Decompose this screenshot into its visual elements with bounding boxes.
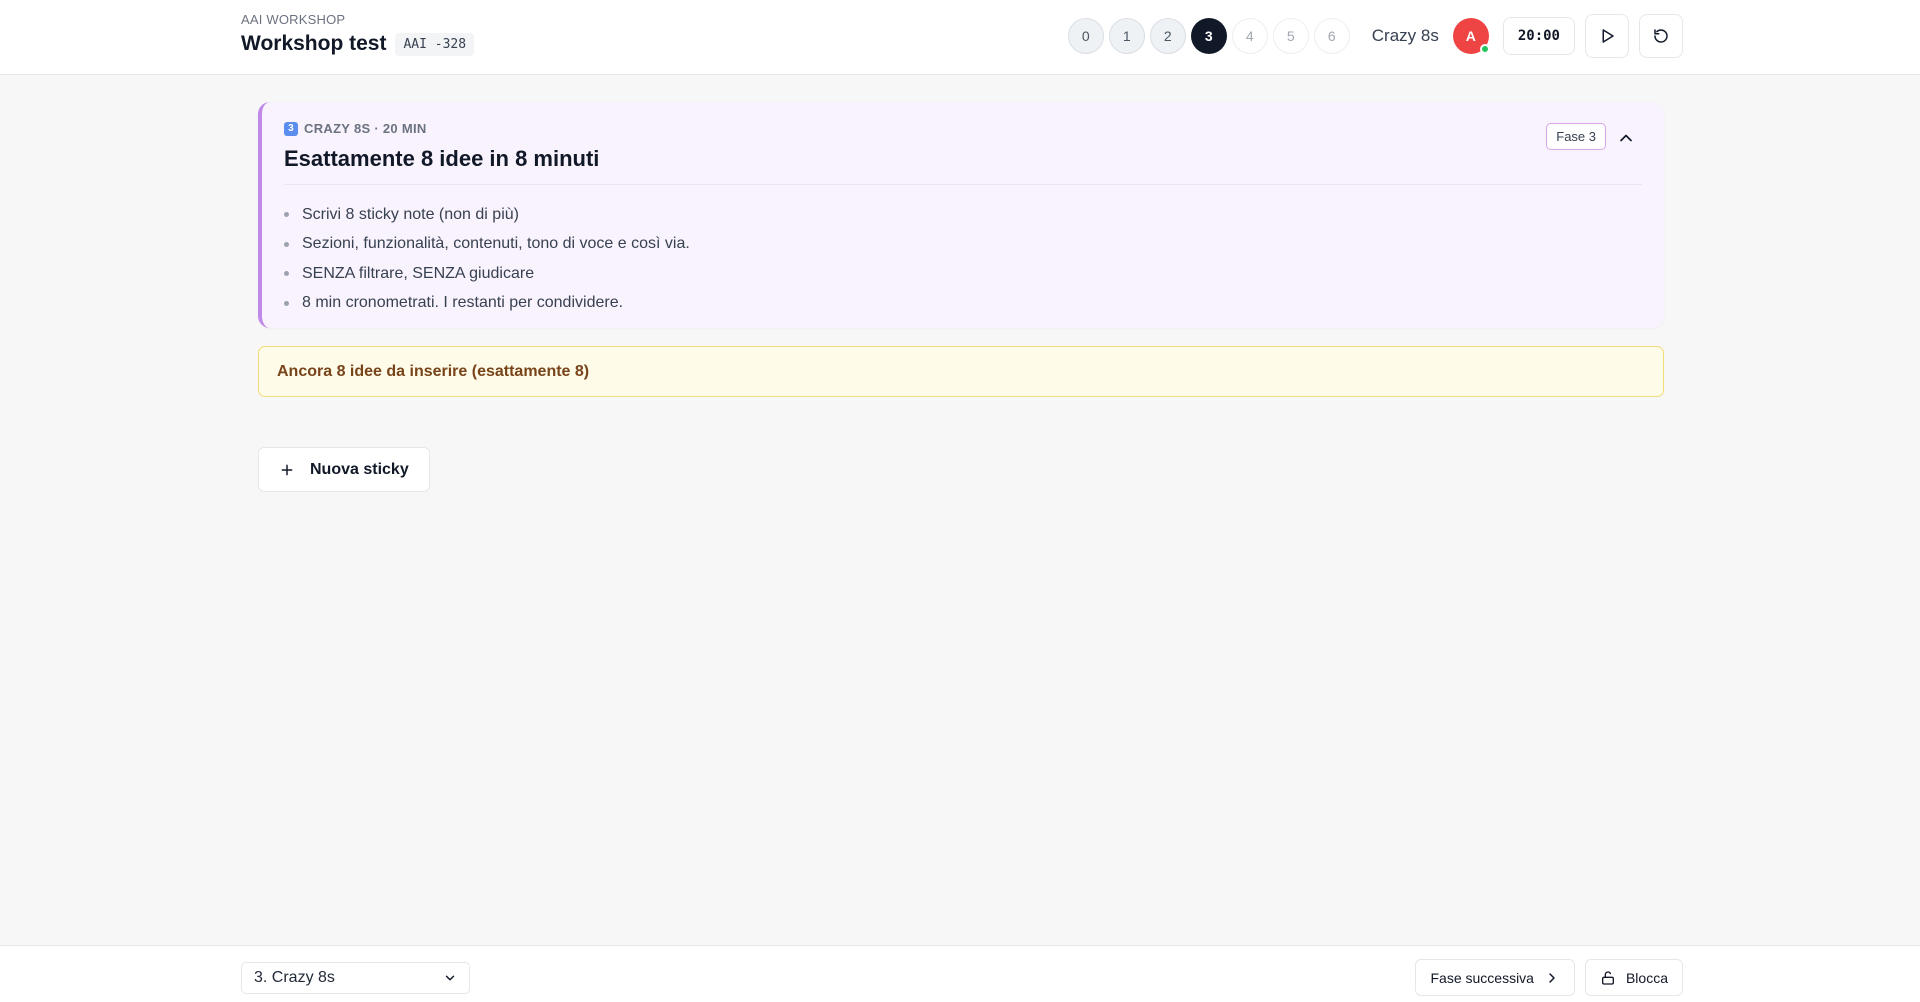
instruction-text: Scrivi 8 sticky note (non di più) [302, 205, 519, 223]
new-sticky-button[interactable]: Nuova sticky [258, 447, 430, 492]
unlock-icon [1601, 970, 1614, 985]
phase-stepper: 0 1 2 3 4 5 6 [1067, 18, 1350, 54]
phase-step-3[interactable]: 3 [1190, 18, 1227, 54]
lock-label: Blocca [1625, 969, 1668, 986]
chevron-down-icon [445, 975, 455, 981]
ideas-remaining-banner: Ancora 8 idee da inserire (esattamente 8… [258, 346, 1664, 397]
lock-button[interactable]: Blocca [1584, 959, 1683, 996]
bullet-icon [284, 271, 289, 277]
bullet-icon [284, 300, 289, 306]
list-item: Scrivi 8 sticky note (non di più) [284, 200, 690, 230]
chevron-right-icon [1549, 972, 1555, 983]
list-item: 8 min cronometrati. I restanti per condi… [284, 289, 690, 319]
footer-actions: Fase successiva Blocca [1415, 959, 1683, 996]
next-phase-button[interactable]: Fase successiva [1415, 959, 1575, 996]
phase-badge: Fase 3 [1546, 123, 1606, 150]
reset-icon [1654, 29, 1668, 43]
current-phase-name: Crazy 8s [1371, 26, 1439, 45]
plus-icon [281, 464, 293, 475]
phase-card-title: Esattamente 8 idee in 8 minuti [284, 146, 600, 171]
bullet-icon [284, 241, 289, 247]
phase-meta: 3 CRAZY 8S · 20 MIN [284, 121, 427, 136]
card-divider [284, 184, 1642, 185]
avatar[interactable]: A [1452, 18, 1490, 54]
instruction-text: SENZA filtrare, SENZA giudicare [302, 264, 535, 282]
reset-timer-button[interactable] [1639, 14, 1683, 58]
list-item: SENZA filtrare, SENZA giudicare [284, 259, 690, 289]
workshop-label: AAI WORKSHOP [241, 12, 346, 27]
collapse-card-button[interactable] [1616, 128, 1636, 148]
chevron-up-icon [1620, 134, 1632, 142]
phase-card: 3 CRAZY 8S · 20 MIN Esattamente 8 idee i… [258, 102, 1664, 328]
phase-select-value: 3. Crazy 8s [254, 969, 335, 986]
phase-step-1[interactable]: 1 [1108, 18, 1145, 54]
instructions-list: Scrivi 8 sticky note (non di più) Sezion… [284, 200, 690, 318]
bottom-bar: 3. Crazy 8s Fase successiva Blocca [0, 945, 1920, 1002]
workshop-code: AAI -328 [395, 32, 475, 56]
list-item: Sezioni, funzionalità, contenuti, tono d… [284, 230, 690, 260]
phase-meta-text: CRAZY 8S · 20 MIN [304, 121, 427, 136]
workshop-brand: AAI WORKSHOP Workshop test AAI -328 [241, 12, 475, 56]
next-phase-label: Fase successiva [1430, 969, 1534, 986]
play-icon [1602, 29, 1614, 43]
avatar-initial: A [1465, 28, 1476, 44]
workshop-title: Workshop test [241, 32, 387, 55]
timer-display: 20:00 [1502, 17, 1575, 55]
phase-step-0[interactable]: 0 [1067, 18, 1104, 54]
phase-select[interactable]: 3. Crazy 8s [241, 962, 470, 994]
phase-step-6[interactable]: 6 [1313, 18, 1350, 54]
ideas-remaining-text: Ancora 8 idee da inserire (esattamente 8… [277, 362, 590, 380]
play-timer-button[interactable] [1585, 14, 1629, 58]
bullet-icon [284, 212, 289, 218]
phase-step-4[interactable]: 4 [1231, 18, 1268, 54]
header-controls: 0 1 2 3 4 5 6 Crazy 8s A 20:00 [1067, 14, 1683, 58]
workshop-title-row: Workshop test AAI -328 [241, 32, 475, 56]
keycap-three-icon: 3 [284, 121, 298, 136]
online-status-dot [1479, 44, 1490, 54]
new-sticky-label: Nuova sticky [310, 460, 409, 478]
phase-step-2[interactable]: 2 [1149, 18, 1186, 54]
top-header: AAI WORKSHOP Workshop test AAI -328 0 1 … [0, 0, 1920, 75]
instruction-text: 8 min cronometrati. I restanti per condi… [302, 294, 624, 312]
instruction-text: Sezioni, funzionalità, contenuti, tono d… [302, 235, 690, 253]
phase-step-5[interactable]: 5 [1272, 18, 1309, 54]
